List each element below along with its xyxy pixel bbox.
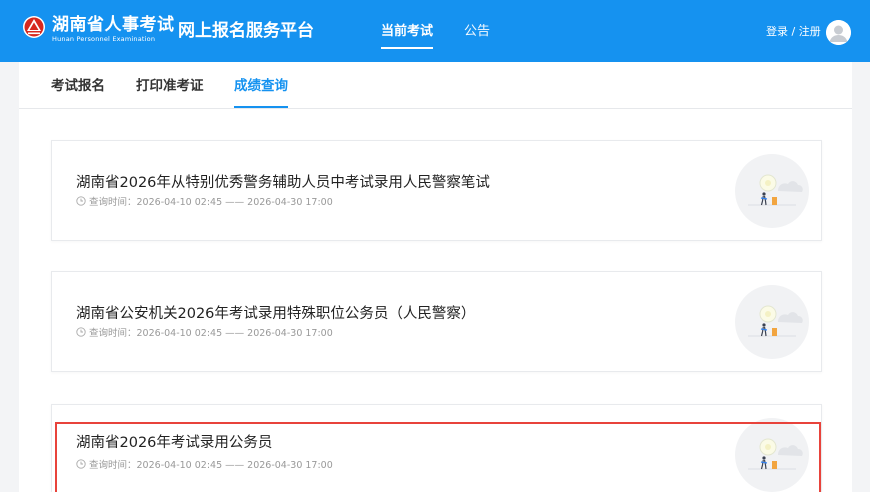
exam-illustration-icon	[735, 285, 809, 359]
query-time: 查询时间：2026-04-10 02:45 —— 2026-04-30 17:0…	[76, 196, 333, 210]
platform-title: 网上报名服务平台	[178, 21, 314, 41]
login-register-link[interactable]: 登录 / 注册	[766, 24, 821, 40]
exam-title[interactable]: 湖南省公安机关2026年考试录用特殊职位公务员（人民警察）	[76, 304, 475, 324]
nav-announcements[interactable]: 公告	[464, 22, 490, 42]
org-name[interactable]: 湖南省人事考试	[52, 16, 175, 34]
tab-score-query[interactable]: 成绩查询	[234, 77, 288, 108]
top-header: 湖南省人事考试 Hunan Personnel Examination 网上报名…	[0, 0, 870, 62]
exam-card[interactable]: 湖南省2026年从特别优秀警务辅助人员中考试录用人民警察笔试 查询时间：2026…	[51, 140, 822, 241]
tab-print-admission-ticket[interactable]: 打印准考证	[136, 77, 204, 95]
exam-illustration-icon	[735, 154, 809, 228]
query-time-label: 查询时间：	[89, 460, 137, 471]
query-time: 查询时间：2026-04-10 02:45 —— 2026-04-30 17:0…	[76, 327, 333, 341]
nav-current-exams[interactable]: 当前考试	[381, 22, 434, 49]
sub-tab-bar: 考试报名 打印准考证 成绩查询	[19, 62, 852, 109]
exam-card[interactable]: 湖南省公安机关2026年考试录用特殊职位公务员（人民警察） 查询时间：2026-…	[51, 271, 822, 372]
tab-exam-registration[interactable]: 考试报名	[51, 77, 105, 95]
exam-title[interactable]: 湖南省2026年从特别优秀警务辅助人员中考试录用人民警察笔试	[76, 173, 490, 193]
user-avatar-icon[interactable]	[826, 20, 851, 45]
clock-icon	[76, 327, 86, 337]
query-time-range: 2026-04-10 02:45 —— 2026-04-30 17:00	[136, 197, 333, 208]
query-time-range: 2026-04-10 02:45 —— 2026-04-30 17:00	[136, 460, 333, 471]
query-time-range: 2026-04-10 02:45 —— 2026-04-30 17:00	[136, 328, 333, 339]
query-time: 查询时间：2026-04-10 02:45 —— 2026-04-30 17:0…	[76, 459, 333, 473]
clock-icon	[76, 196, 86, 206]
exam-card[interactable]: 湖南省2026年考试录用公务员 查询时间：2026-04-10 02:45 ——…	[51, 404, 822, 492]
exam-illustration-icon	[735, 418, 809, 492]
exam-title[interactable]: 湖南省2026年考试录用公务员	[76, 433, 272, 453]
org-name-english: Hunan Personnel Examination	[52, 35, 156, 43]
query-time-label: 查询时间：	[89, 197, 137, 208]
clock-icon	[76, 459, 86, 469]
query-time-label: 查询时间：	[89, 328, 137, 339]
site-logo-icon[interactable]	[22, 14, 46, 42]
